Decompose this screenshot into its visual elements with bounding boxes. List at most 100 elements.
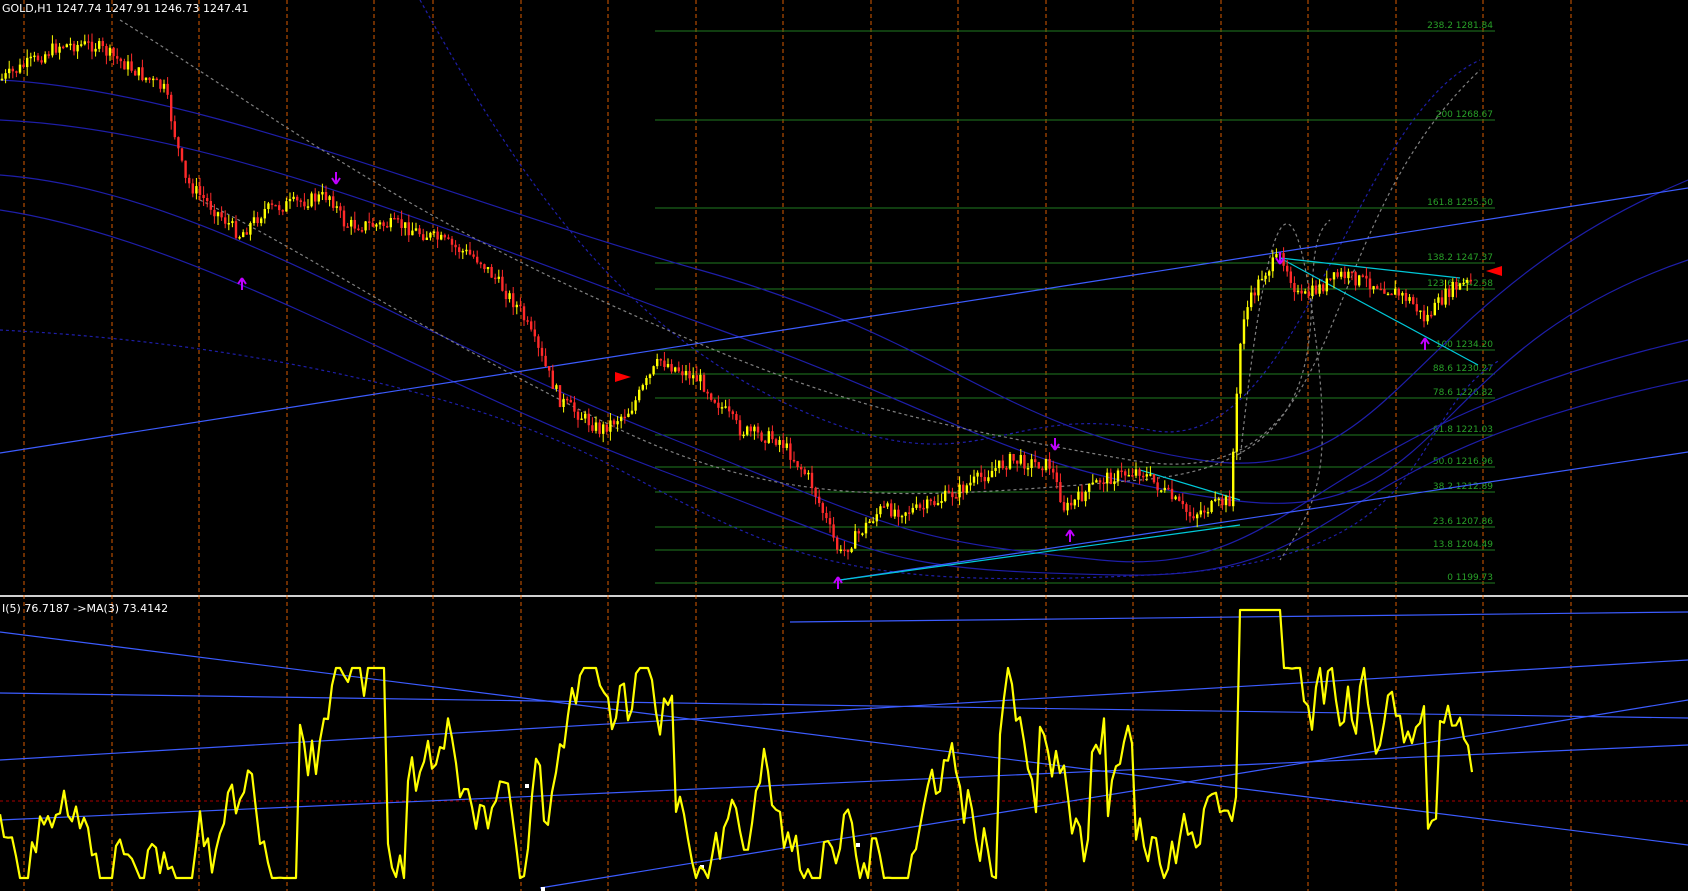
candle-body bbox=[220, 212, 223, 218]
candle-body bbox=[645, 378, 648, 386]
candle-body bbox=[868, 521, 871, 524]
fib-level-label: 161.8 1255.50 bbox=[1427, 198, 1493, 208]
fib-level-label: 88.6 1230.27 bbox=[1433, 364, 1493, 374]
candle-body bbox=[1030, 459, 1033, 468]
candle-body bbox=[432, 231, 436, 234]
candle-body bbox=[1408, 297, 1411, 301]
fib-level-label: 138.2 1247.37 bbox=[1427, 253, 1493, 263]
candle-body bbox=[839, 549, 842, 552]
candle-body bbox=[1311, 285, 1314, 297]
candle-body bbox=[854, 531, 857, 549]
candle-body bbox=[1343, 271, 1346, 279]
candle-body bbox=[1329, 278, 1332, 280]
candle-body bbox=[526, 320, 529, 322]
candle-body bbox=[1376, 286, 1379, 289]
candle-body bbox=[47, 54, 50, 56]
candle-body bbox=[1318, 284, 1321, 294]
candle-body bbox=[270, 203, 274, 205]
candle-body bbox=[62, 46, 65, 49]
candle-body bbox=[231, 221, 234, 224]
candle-body bbox=[720, 407, 724, 409]
candle-body bbox=[782, 440, 785, 448]
candle-body bbox=[292, 196, 295, 200]
candle-body bbox=[1210, 500, 1213, 512]
candle-body bbox=[148, 77, 151, 80]
candle-body bbox=[803, 469, 806, 475]
candle-body bbox=[594, 422, 598, 431]
candle-body bbox=[1451, 281, 1454, 297]
candle-body bbox=[551, 370, 554, 389]
candle-body bbox=[188, 177, 191, 184]
candle-body bbox=[1466, 279, 1469, 283]
fib-level-label: 50.0 1216.96 bbox=[1433, 457, 1493, 467]
fib-level-label: 78.6 1226.82 bbox=[1433, 388, 1493, 398]
candle-body bbox=[1008, 453, 1012, 469]
candle-body bbox=[378, 222, 382, 225]
candle-body bbox=[1131, 475, 1134, 477]
candle-body bbox=[1077, 491, 1080, 500]
candle-body bbox=[1322, 284, 1325, 292]
candle-body bbox=[1293, 282, 1296, 293]
candle-body bbox=[83, 41, 86, 45]
fib-level-label: 0 1199.73 bbox=[1447, 573, 1493, 583]
candle-body bbox=[242, 232, 245, 238]
candle-body bbox=[486, 266, 490, 270]
candle-body bbox=[886, 503, 889, 507]
candle-body bbox=[1228, 496, 1231, 507]
candle-body bbox=[519, 304, 522, 307]
candle-body bbox=[360, 230, 364, 232]
candle-body bbox=[1044, 458, 1048, 471]
candle-body bbox=[1181, 500, 1184, 505]
candle-body bbox=[501, 276, 504, 291]
candle-body bbox=[1430, 314, 1433, 317]
candle-body bbox=[335, 206, 338, 208]
candle-body bbox=[796, 461, 799, 468]
candle-body bbox=[54, 43, 58, 53]
candle-body bbox=[1088, 483, 1091, 492]
trend-anchor-point bbox=[541, 887, 545, 891]
candle-body bbox=[602, 424, 605, 434]
candle-body bbox=[162, 83, 166, 89]
candle-body bbox=[746, 426, 749, 435]
candle-body bbox=[1250, 292, 1253, 308]
candle-body bbox=[357, 228, 360, 231]
price-pane[interactable] bbox=[0, 0, 1688, 594]
candle-body bbox=[1196, 514, 1199, 519]
candle-body bbox=[836, 537, 839, 550]
candle-body bbox=[699, 374, 702, 382]
candle-body bbox=[350, 219, 353, 227]
candle-body bbox=[1062, 502, 1066, 511]
candle-body bbox=[864, 522, 868, 534]
candle-body bbox=[584, 413, 587, 419]
candle-body bbox=[4, 73, 7, 79]
candle-body bbox=[11, 68, 14, 72]
candle-body bbox=[767, 431, 770, 443]
candle-body bbox=[1422, 310, 1426, 322]
candle-body bbox=[828, 518, 832, 525]
candle-body bbox=[900, 515, 904, 518]
candle-body bbox=[760, 432, 763, 441]
candle-body bbox=[1217, 498, 1220, 501]
candle-body bbox=[155, 78, 158, 81]
candle-body bbox=[98, 41, 101, 49]
candle-body bbox=[1120, 470, 1123, 473]
candle-body bbox=[1368, 278, 1372, 290]
candle-body bbox=[1412, 297, 1415, 305]
candle-body bbox=[126, 61, 130, 70]
candle-body bbox=[1350, 271, 1354, 274]
candle-body bbox=[461, 250, 464, 253]
candle-body bbox=[609, 420, 612, 432]
candle-body bbox=[29, 56, 32, 59]
candle-body bbox=[832, 524, 835, 538]
candle-body bbox=[1016, 460, 1019, 464]
candle-body bbox=[321, 191, 324, 195]
chart-canvas[interactable]: 238.2 1281.84 200 1268.67 161.8 1255.50 138… bbox=[0, 0, 1688, 891]
candle-body bbox=[638, 389, 641, 401]
candle-body bbox=[634, 400, 637, 411]
candle-body bbox=[821, 503, 824, 513]
candle-body bbox=[468, 249, 472, 255]
candle-body bbox=[213, 209, 216, 217]
candle-body bbox=[36, 55, 40, 61]
candle-body bbox=[897, 509, 900, 517]
candle-body bbox=[724, 406, 727, 408]
